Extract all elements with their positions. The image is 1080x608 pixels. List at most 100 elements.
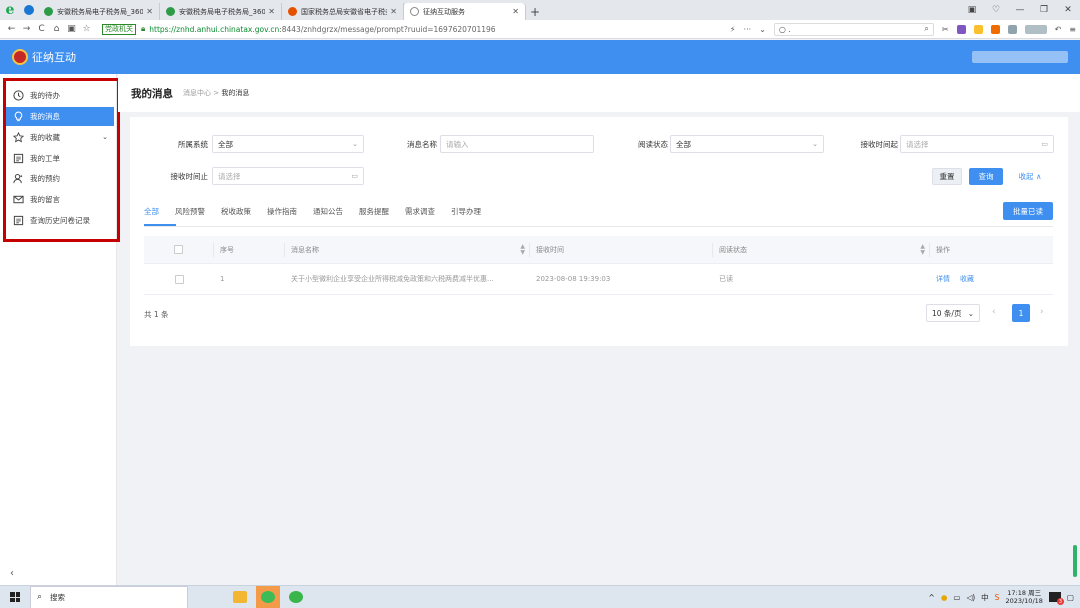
tray-expand-icon[interactable]: ^ [929,593,935,602]
menu-icon[interactable]: ≡ [1069,25,1076,34]
file-explorer-icon[interactable] [228,586,252,608]
next-page-icon[interactable]: › [1040,307,1044,317]
clock-time: 17:18 周三 [1007,589,1042,597]
sort-icon: ▲ ▼ [920,242,925,256]
browser-tab[interactable]: 安徽税务局电子税务局_360搜 ✕ [38,3,160,20]
user-icon [13,173,24,184]
gov-badge: 党政机关 [102,23,136,35]
sidebar-item-tickets[interactable]: 我的工单 [6,148,114,168]
wechat-icon[interactable] [256,586,280,608]
tab-service-reminder[interactable]: 服务提醒 [359,203,389,225]
browser-tab[interactable]: 安徽税务局电子税务局_360搜 ✕ [160,3,282,20]
browser-search-input[interactable]: ○ . ⌕ [773,22,934,36]
reload-icon[interactable]: C [34,24,49,34]
sogou-icon[interactable]: S [995,593,1000,602]
sidebar-item-appointments[interactable]: 我的预约 [6,169,114,189]
extension-icon[interactable] [1007,24,1017,34]
wallet-icon[interactable]: ▣ [64,24,79,34]
sidebar-toggle-icon[interactable]: ▣ [960,5,984,15]
favorites-icon[interactable]: ♡ [984,5,1008,15]
extension-icon[interactable] [990,24,1000,34]
select-all-checkbox[interactable] [174,245,183,254]
batch-mark-read-button[interactable]: 批量已读 [1003,202,1053,220]
undo-icon[interactable]: ↶ [1055,25,1062,34]
header-status[interactable]: 阅读状态 ▲ ▼ [713,242,930,257]
detail-link[interactable]: 详情 [936,274,950,284]
sidebar-item-todo[interactable]: 我的待办 [6,86,114,106]
tab-favicon-icon [288,7,297,16]
browser-tab[interactable]: 国家税务总局安徽省电子税务 ✕ [282,3,404,20]
form-icon [13,215,24,226]
taskbar-search-input[interactable]: ⌕ 搜索 [30,585,188,608]
tab-guided-handling[interactable]: 引导办理 [451,203,481,225]
message-name-input[interactable]: 请输入 [440,135,594,153]
new-tab-button[interactable]: + [526,3,544,20]
browser-tab-active[interactable]: 征纳互动服务 ✕ [404,3,526,20]
home-icon[interactable]: ⌂ [49,24,64,34]
forward-icon[interactable]: → [19,24,34,34]
more-icon[interactable]: ··· [744,25,752,34]
minimize-button[interactable]: — [1008,5,1032,15]
maximize-button[interactable]: ❐ [1032,5,1056,15]
lock-icon[interactable]: 🔒︎ [141,24,145,34]
extension-icon[interactable] [1024,24,1047,34]
tab-tax-policy[interactable]: 税收政策 [221,203,251,225]
browser-taskbar-icon[interactable] [284,586,308,608]
extension-icon[interactable] [973,24,983,34]
taskbar-clock[interactable]: 17:18 周三 2023/10/18 [1005,589,1042,605]
start-time-picker[interactable]: 请选择 ▭ [900,135,1054,153]
floating-widget-handle[interactable] [1073,545,1077,577]
sidebar-item-messages[interactable]: 我的消息 [6,106,114,127]
taskbar-search-label: 搜索 [50,592,66,602]
system-select[interactable]: 全部 ⌄ [212,135,364,153]
tab-risk-warning[interactable]: 风险预警 [175,203,205,225]
lightning-icon[interactable]: ⚡ [730,25,736,34]
url-field[interactable]: https://znhd.anhui.chinatax.gov.cn:8443/… [149,25,495,34]
chevron-down-icon[interactable]: ⌄ [759,25,766,34]
status-select[interactable]: 全部 ⌄ [670,135,824,153]
header-op: 操作 [936,245,950,254]
tab-guide[interactable]: 操作指南 [267,203,297,225]
back-icon[interactable]: ← [4,24,19,34]
close-icon[interactable]: ✕ [268,7,275,16]
favorite-link[interactable]: 收藏 [960,274,974,284]
action-center-icon[interactable]: ▢ [1067,593,1074,602]
close-icon[interactable]: ✕ [146,7,153,16]
close-icon[interactable]: ✕ [390,7,397,16]
collapse-sidebar-icon[interactable]: ‹ [10,568,14,579]
extension-icon[interactable] [956,24,966,34]
sidebar-item-favorites[interactable]: 我的收藏 ⌄ [6,128,114,148]
breadcrumb-parent[interactable]: 消息中心 [183,89,211,97]
current-page-button[interactable]: 1 [1012,304,1030,322]
close-icon[interactable]: ✕ [512,7,519,16]
sidebar-item-comments[interactable]: 我的留言 [6,190,114,210]
user-info-blurred[interactable] [972,51,1068,63]
query-button[interactable]: 查询 [969,168,1003,185]
prev-page-icon[interactable]: ‹ [992,307,996,317]
page-size-select[interactable]: 10 条/页 ⌄ [926,304,980,322]
browser-logo-icon[interactable]: e [0,0,20,20]
header-time: 接收时间 [530,242,713,257]
bookmark-icon[interactable]: ☆ [79,24,94,34]
end-time-picker[interactable]: 请选择 ▭ [212,167,364,185]
close-window-button[interactable]: ✕ [1056,5,1080,15]
shield-icon[interactable] [20,0,38,20]
reset-button[interactable]: 重置 [932,168,962,185]
ime-icon[interactable]: 中 [981,592,989,603]
row-checkbox[interactable] [174,274,184,284]
tray-app-icon[interactable]: ● [941,593,948,602]
collapse-filters-button[interactable]: 收起 ∧ [1010,168,1050,185]
tab-all[interactable]: 全部 [144,203,159,225]
tab-notice[interactable]: 通知公告 [313,203,343,225]
name-label: 消息名称 [407,140,437,149]
tab-survey[interactable]: 需求调查 [405,203,435,225]
network-icon[interactable]: ▭ [953,593,960,602]
url-path: :8443/znhdgrzx/message/prompt?ruuid=1697… [279,24,496,34]
sidebar-item-survey-history[interactable]: 查询历史问卷记录 [6,211,114,231]
header-name[interactable]: 消息名称 ▲ ▼ [285,242,530,257]
cut-icon[interactable]: ✂ [942,25,949,34]
volume-icon[interactable]: ◁) [966,593,975,602]
sidebar-item-label: 我的待办 [30,91,60,101]
windows-start-icon[interactable] [0,586,30,608]
notification-icon[interactable]: 3 [1048,592,1064,605]
